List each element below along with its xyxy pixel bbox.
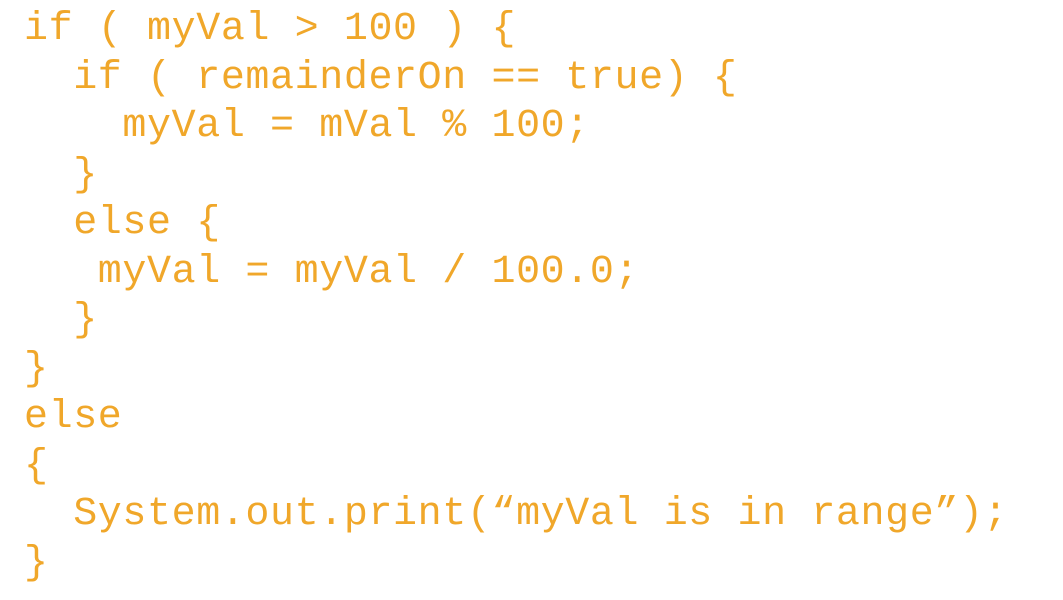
code-line-12: } (24, 540, 49, 586)
code-line-1: if ( myVal > 100 ) { (24, 7, 517, 52)
code-line-11: System.out.print(“myVal is in range”); (24, 492, 1009, 537)
code-line-9: else (24, 395, 123, 440)
code-block: if ( myVal > 100 ) { if ( remainderOn ==… (24, 6, 1008, 588)
code-line-7: } (24, 298, 98, 343)
code-snippet-page: if ( myVal > 100 ) { if ( remainderOn ==… (0, 0, 1063, 600)
code-line-3: myVal = mVal % 100; (24, 104, 590, 149)
code-line-6: myVal = myVal / 100.0; (24, 249, 640, 295)
code-line-2: if ( remainderOn == true) { (24, 55, 738, 101)
code-line-4: } (24, 152, 98, 198)
code-line-10: { (24, 443, 49, 489)
code-line-8: } (24, 346, 49, 392)
code-line-5: else { (24, 201, 221, 246)
